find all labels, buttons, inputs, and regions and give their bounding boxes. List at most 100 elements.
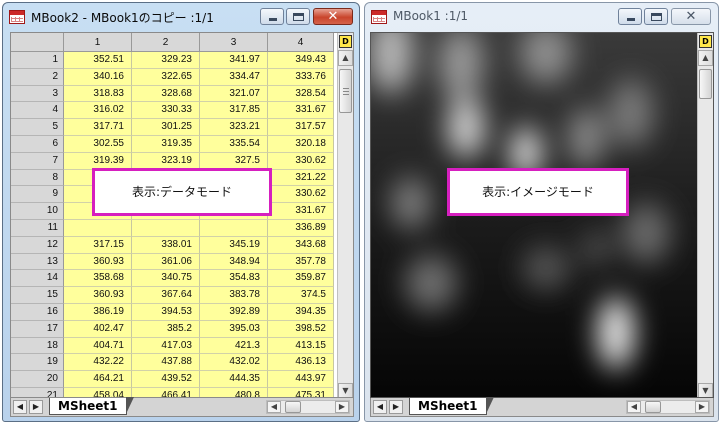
tab-scroll-left-icon[interactable]: ◀ — [13, 400, 27, 414]
row-header[interactable]: 14 — [11, 270, 64, 288]
row-header[interactable]: 12 — [11, 236, 64, 254]
scroll-thumb[interactable] — [339, 69, 352, 113]
row-header[interactable]: 8 — [11, 169, 64, 187]
data-cell[interactable]: 480.8 — [200, 387, 268, 397]
data-cell[interactable]: 358.68 — [64, 270, 132, 288]
data-cell[interactable]: 359.87 — [268, 270, 334, 288]
title-bar[interactable]: MBook2 - MBook1のコピー :1/1 ✕ — [3, 3, 359, 31]
data-cell[interactable]: 466.41 — [132, 387, 200, 397]
data-cell[interactable]: 316.02 — [64, 102, 132, 120]
scroll-thumb[interactable] — [699, 69, 712, 99]
data-cell[interactable]: 345.19 — [200, 236, 268, 254]
row-header[interactable]: 17 — [11, 320, 64, 338]
data-cell[interactable]: 317.85 — [200, 102, 268, 120]
data-cell[interactable]: 336.89 — [268, 219, 334, 237]
data-cell[interactable]: 323.21 — [200, 119, 268, 136]
data-cell[interactable]: 421.3 — [200, 337, 268, 355]
row-header[interactable]: 19 — [11, 354, 64, 372]
row-header[interactable]: 1 — [11, 52, 64, 69]
data-cell[interactable] — [64, 219, 132, 237]
tab-scroll-right-icon[interactable]: ▶ — [29, 400, 43, 414]
row-header[interactable]: 11 — [11, 219, 64, 237]
data-cell[interactable]: 432.02 — [200, 354, 268, 372]
data-cell[interactable]: 404.71 — [64, 337, 132, 355]
data-cell[interactable]: 432.22 — [64, 354, 132, 372]
data-cell[interactable]: 475.31 — [268, 387, 334, 397]
data-cell[interactable]: 348.94 — [200, 253, 268, 271]
workbook-window-data-mode[interactable]: MBook2 - MBook1のコピー :1/1 ✕ 1 2 3 4 1 352.… — [2, 2, 360, 422]
data-cell[interactable]: 321.07 — [200, 85, 268, 103]
title-bar[interactable]: MBook1 :1/1 ✕ — [365, 3, 718, 31]
data-cell[interactable]: 439.52 — [132, 371, 200, 388]
data-cell[interactable]: 335.54 — [200, 135, 268, 153]
data-cell[interactable]: 333.76 — [268, 68, 334, 86]
data-cell[interactable]: 328.68 — [132, 85, 200, 103]
data-cell[interactable]: 386.19 — [64, 303, 132, 321]
data-cell[interactable]: 317.57 — [268, 119, 334, 136]
row-header[interactable]: 3 — [11, 85, 64, 103]
data-cell[interactable]: 398.52 — [268, 320, 334, 338]
row-header[interactable]: 21 — [11, 387, 64, 397]
data-cell[interactable]: 317.15 — [64, 236, 132, 254]
data-cell[interactable]: 357.78 — [268, 253, 334, 271]
close-button[interactable]: ✕ — [313, 8, 353, 25]
data-cell[interactable]: 443.97 — [268, 371, 334, 388]
data-cell[interactable]: 340.16 — [64, 68, 132, 86]
data-cell[interactable]: 302.55 — [64, 135, 132, 153]
data-cell[interactable]: 395.03 — [200, 320, 268, 338]
data-cell[interactable]: 338.01 — [132, 236, 200, 254]
scroll-up-arrow-icon[interactable]: ▲ — [698, 50, 713, 66]
data-cell[interactable]: 329.23 — [132, 52, 200, 69]
scroll-right-arrow-icon[interactable]: ▶ — [335, 401, 349, 413]
data-cell[interactable]: 330.33 — [132, 102, 200, 120]
row-header[interactable]: 16 — [11, 303, 64, 321]
data-cell[interactable]: 318.83 — [64, 85, 132, 103]
data-cell[interactable]: 458.04 — [64, 387, 132, 397]
data-cell[interactable]: 464.21 — [64, 371, 132, 388]
column-header[interactable]: 2 — [132, 33, 200, 52]
data-cell[interactable] — [200, 219, 268, 237]
data-cell[interactable]: 436.13 — [268, 354, 334, 372]
data-cell[interactable]: 392.89 — [200, 303, 268, 321]
data-cell[interactable]: 444.35 — [200, 371, 268, 388]
corner-cell[interactable] — [11, 33, 64, 52]
horizontal-scrollbar[interactable]: ◀ ▶ — [266, 400, 350, 414]
data-cell[interactable]: 331.67 — [268, 102, 334, 120]
column-header[interactable]: 4 — [268, 33, 334, 52]
data-cell[interactable]: 385.2 — [132, 320, 200, 338]
data-cell[interactable]: 367.64 — [132, 287, 200, 304]
scroll-left-arrow-icon[interactable]: ◀ — [627, 401, 641, 413]
workbook-window-image-mode[interactable]: MBook1 :1/1 ✕ D ▲ ▼ ◀ ▶ MSheet1 ◀ ▶ 表示:イ… — [364, 2, 719, 422]
d-button[interactable]: D — [339, 35, 352, 48]
horizontal-scrollbar[interactable]: ◀ ▶ — [626, 400, 710, 414]
row-header[interactable]: 9 — [11, 186, 64, 204]
row-header[interactable]: 10 — [11, 203, 64, 220]
horizontal-scroll-thumb[interactable] — [645, 401, 661, 413]
data-cell[interactable]: 317.71 — [64, 119, 132, 136]
data-cell[interactable]: 354.83 — [200, 270, 268, 288]
column-header[interactable]: 3 — [200, 33, 268, 52]
data-cell[interactable]: 340.75 — [132, 270, 200, 288]
data-cell[interactable]: 417.03 — [132, 337, 200, 355]
minimize-button[interactable] — [260, 8, 284, 25]
data-cell[interactable]: 301.25 — [132, 119, 200, 136]
sheet-tab-msheet1[interactable]: MSheet1 — [49, 397, 134, 415]
data-cell[interactable] — [132, 219, 200, 237]
data-cell[interactable]: 328.54 — [268, 85, 334, 103]
scroll-left-arrow-icon[interactable]: ◀ — [267, 401, 281, 413]
row-header[interactable]: 15 — [11, 287, 64, 304]
data-cell[interactable]: 319.35 — [132, 135, 200, 153]
scroll-down-arrow-icon[interactable]: ▼ — [698, 383, 713, 397]
data-cell[interactable]: 360.93 — [64, 287, 132, 304]
data-cell[interactable]: 321.22 — [268, 169, 334, 187]
row-header[interactable]: 7 — [11, 152, 64, 170]
horizontal-scroll-thumb[interactable] — [285, 401, 301, 413]
data-cell[interactable]: 343.68 — [268, 236, 334, 254]
data-cell[interactable]: 331.67 — [268, 203, 334, 220]
data-cell[interactable]: 413.15 — [268, 337, 334, 355]
vertical-scrollbar[interactable]: D ▲ ▼ — [337, 33, 353, 397]
d-button[interactable]: D — [699, 35, 712, 48]
data-cell[interactable]: 394.35 — [268, 303, 334, 321]
data-cell[interactable]: 349.43 — [268, 52, 334, 69]
row-header[interactable]: 18 — [11, 337, 64, 355]
